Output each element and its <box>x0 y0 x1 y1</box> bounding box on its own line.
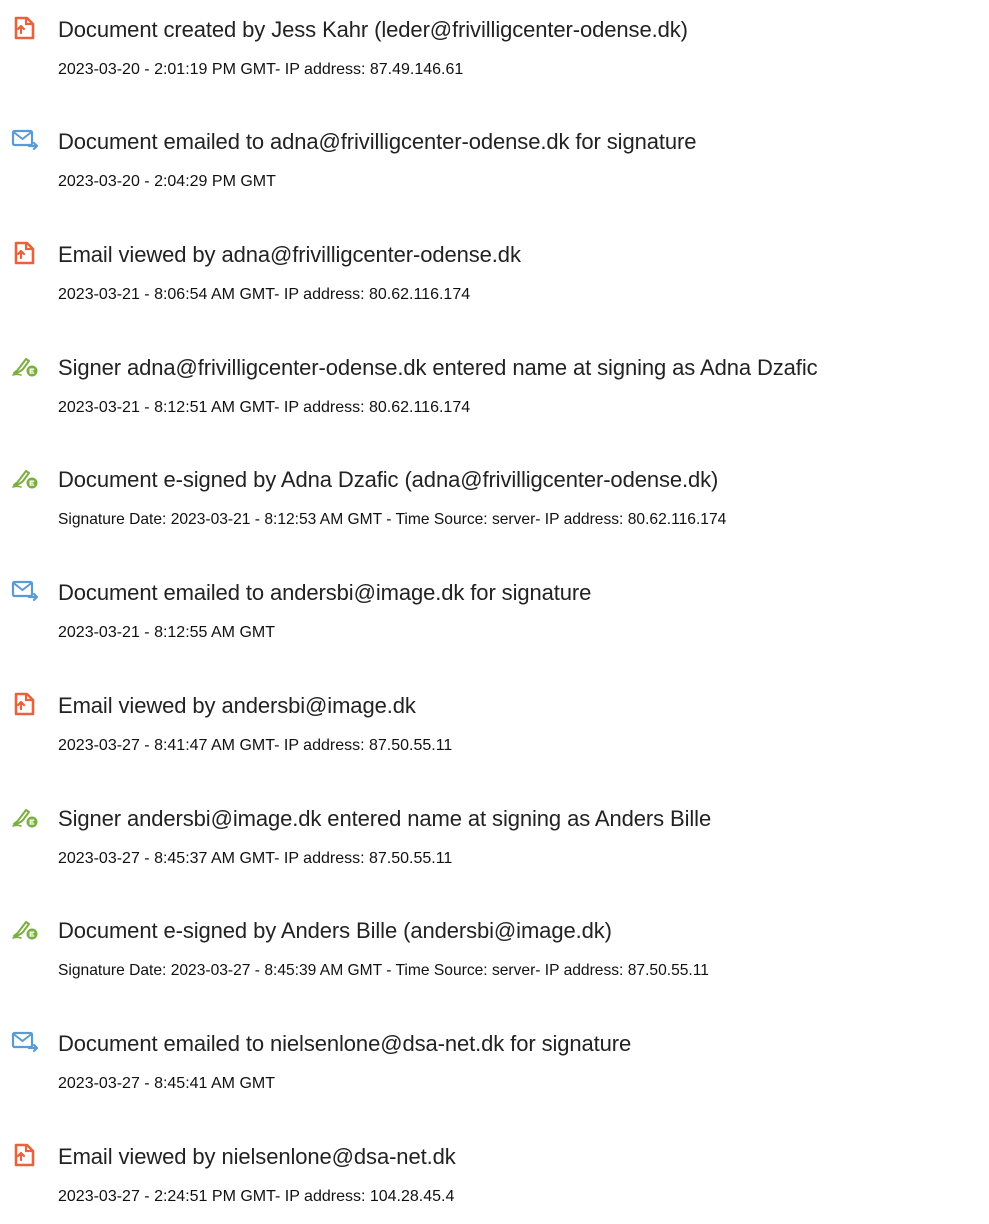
event-detail: 2023-03-20 - 2:04:29 PM GMT <box>58 173 276 190</box>
audit-event: Signer adna@frivilligcenter-odense.dk en… <box>0 353 989 433</box>
event-title: Document e-signed by Adna Dzafic (adna@f… <box>58 467 719 492</box>
audit-event: Document emailed to andersbi@image.dk fo… <box>0 578 989 658</box>
audit-event: Email viewed by andersbi@image.dk 2023-0… <box>0 691 989 771</box>
e-signed-pen-icon <box>10 916 40 942</box>
signer-pen-icon <box>10 804 40 830</box>
email-viewed-icon <box>10 691 40 717</box>
event-detail: 2023-03-27 - 8:45:37 AM GMT- IP address:… <box>58 850 453 867</box>
audit-event: Document e-signed by Adna Dzafic (adna@f… <box>0 465 989 545</box>
event-title: Email viewed by nielsenlone@dsa-net.dk <box>58 1144 456 1169</box>
signer-pen-icon <box>10 353 40 379</box>
event-detail: 2023-03-21 - 8:12:51 AM GMT- IP address:… <box>58 399 471 416</box>
event-title: Email viewed by adna@frivilligcenter-ode… <box>58 242 521 267</box>
audit-event: Document emailed to nielsenlone@dsa-net.… <box>0 1029 989 1109</box>
audit-event: Email viewed by adna@frivilligcenter-ode… <box>0 240 989 320</box>
event-detail: Signature Date: 2023-03-27 - 8:45:39 AM … <box>58 962 709 979</box>
document-created-icon <box>10 15 40 41</box>
event-detail: 2023-03-27 - 2:24:51 PM GMT- IP address:… <box>58 1188 455 1205</box>
event-title: Document emailed to nielsenlone@dsa-net.… <box>58 1031 632 1056</box>
audit-event: Email viewed by nielsenlone@dsa-net.dk 2… <box>0 1142 989 1222</box>
event-title: Document emailed to andersbi@image.dk fo… <box>58 580 592 605</box>
audit-event: Signer andersbi@image.dk entered name at… <box>0 804 989 884</box>
email-viewed-icon <box>10 1142 40 1168</box>
e-signed-pen-icon <box>10 465 40 491</box>
audit-trail-list: Document created by Jess Kahr (leder@fri… <box>0 0 989 1224</box>
email-sent-icon <box>10 127 40 153</box>
event-title: Signer adna@frivilligcenter-odense.dk en… <box>58 355 818 380</box>
event-detail: 2023-03-27 - 8:45:41 AM GMT <box>58 1075 275 1092</box>
email-viewed-icon <box>10 240 40 266</box>
event-detail: 2023-03-21 - 8:06:54 AM GMT- IP address:… <box>58 286 471 303</box>
audit-event: Document emailed to adna@frivilligcenter… <box>0 127 989 207</box>
audit-event: Document e-signed by Anders Bille (ander… <box>0 916 989 996</box>
event-title: Signer andersbi@image.dk entered name at… <box>58 806 712 831</box>
event-title: Document emailed to adna@frivilligcenter… <box>58 129 697 154</box>
event-title: Email viewed by andersbi@image.dk <box>58 693 416 718</box>
event-detail: 2023-03-21 - 8:12:55 AM GMT <box>58 624 275 641</box>
email-sent-icon <box>10 578 40 604</box>
audit-event: Document created by Jess Kahr (leder@fri… <box>0 15 989 95</box>
event-title: Document created by Jess Kahr (leder@fri… <box>58 17 688 42</box>
event-detail: Signature Date: 2023-03-21 - 8:12:53 AM … <box>58 511 727 528</box>
event-detail: 2023-03-27 - 8:41:47 AM GMT- IP address:… <box>58 737 453 754</box>
event-title: Document e-signed by Anders Bille (ander… <box>58 918 612 943</box>
event-detail: 2023-03-20 - 2:01:19 PM GMT- IP address:… <box>58 61 464 78</box>
email-sent-icon <box>10 1029 40 1055</box>
